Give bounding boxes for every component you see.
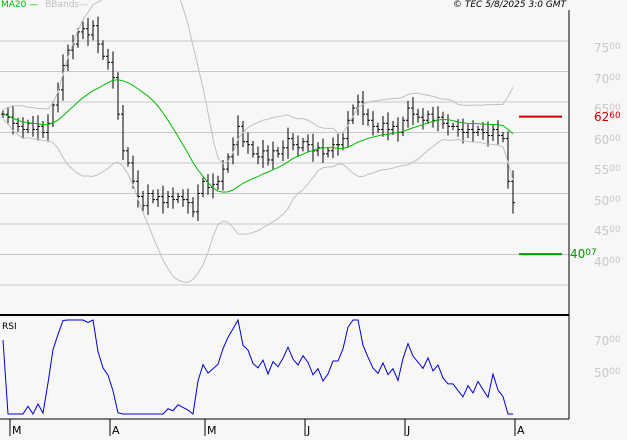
y-tick-label: 6000	[594, 132, 621, 147]
bband-lower	[2, 118, 514, 283]
y-tick-label: 7000	[594, 71, 621, 86]
rsi-tick-label: 7000	[594, 334, 621, 348]
month-label: A	[112, 424, 120, 437]
y-tick-label: 5000	[594, 193, 621, 208]
ma20-line	[2, 79, 514, 193]
y-tick-label: 5500	[594, 163, 621, 177]
y-tick-label: 4000	[594, 254, 621, 269]
support-label: 4007	[570, 247, 597, 262]
month-label: J	[307, 424, 311, 437]
legend-bbands: BBands	[45, 0, 80, 10]
y-tick-label: 4500	[594, 224, 621, 238]
rsi-tick-label: 5000	[594, 366, 621, 380]
month-label: M	[207, 424, 217, 437]
month-label: A	[517, 424, 525, 437]
rsi-line	[2, 318, 513, 416]
resistance-label: 6260	[594, 109, 621, 124]
bband-upper	[2, 0, 514, 164]
y-tick-label: 7500	[594, 41, 621, 55]
month-label: M	[12, 424, 22, 437]
legend-ma20: MA20	[1, 0, 27, 10]
legend: MA20 — BBands—	[1, 0, 89, 10]
month-label: J	[407, 424, 411, 437]
rsi-title: RSI	[2, 322, 17, 332]
price-chart	[0, 0, 570, 436]
copyright: © TEC 5/8/2025 3:0 GMT	[453, 0, 567, 10]
